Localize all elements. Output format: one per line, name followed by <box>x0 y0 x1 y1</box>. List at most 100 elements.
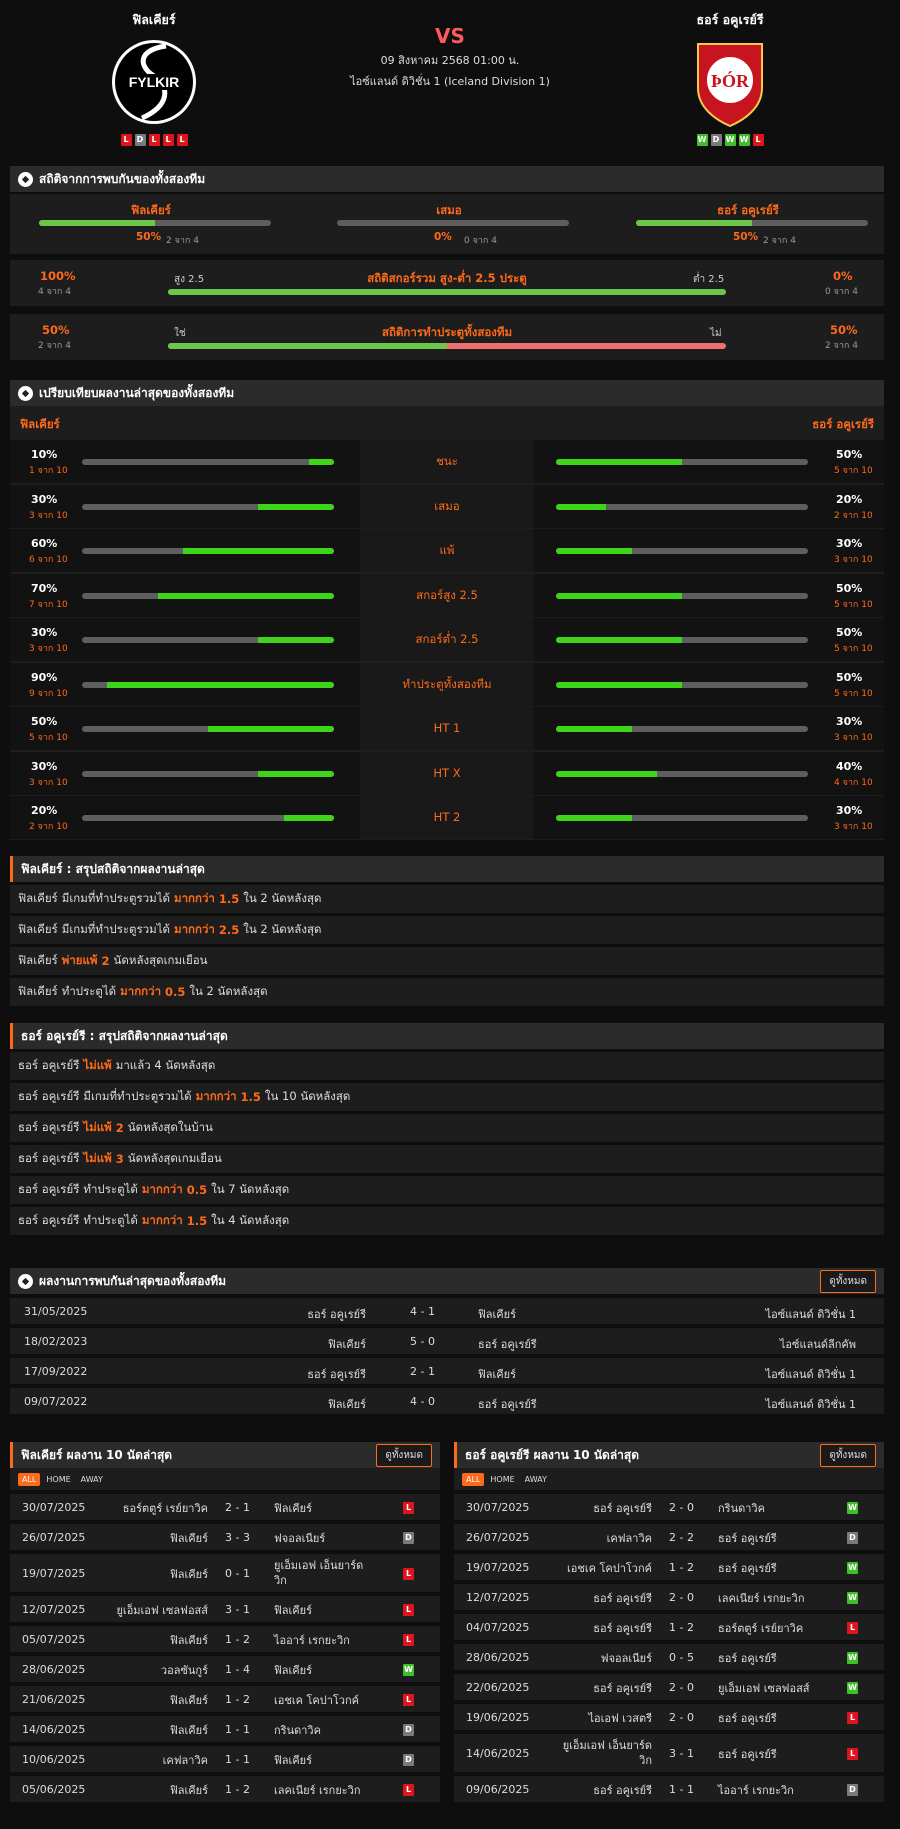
recent-match-row[interactable]: 14/06/2025 ฟิลเคียร์ 1 - 1 กรินดาวิค D <box>10 1714 440 1742</box>
match-away-team: ธอร์ อคูเรย์รี <box>718 1562 777 1575</box>
compare-home-cell: 10% 1 จาก 10 <box>10 440 360 483</box>
h2h-col-label: ธอร์ อคูเรย์รี <box>717 203 779 217</box>
match-away-team: ฟิลเคียร์ <box>478 1368 517 1381</box>
h2h-match-row[interactable]: 17/09/2022 ธอร์ อคูเรย์รี 2 - 1 ฟิลเคียร์ ไอ… <box>10 1356 884 1384</box>
compare-home-of: 1 จาก 10 <box>29 466 68 476</box>
recent-match-row[interactable]: 30/07/2025 ธอร์ อคูเรย์รี 2 - 0 กรินดาวิค W <box>454 1492 884 1520</box>
form-badge: W <box>696 134 708 146</box>
recent-match-row[interactable]: 04/07/2025 ธอร์ อคูเรย์รี 1 - 2 ธอร์ตตูร์ เ… <box>454 1612 884 1640</box>
recent-match-row[interactable]: 28/06/2025 วอลซันกูร์ 1 - 4 ฟิลเคียร์ W <box>10 1654 440 1682</box>
recent-match-row[interactable]: 19/07/2025 ฟิลเคียร์ 0 - 1 ยูเอ็มเอฟ เอ็นยา… <box>10 1552 440 1592</box>
filter-all-tab[interactable]: ALL <box>462 1472 485 1486</box>
recent-match-row[interactable]: 19/06/2025 ไอเอฟ เวสตรี 2 - 0 ธอร์ อคูเรย์ร… <box>454 1702 884 1730</box>
summary-text: ใน 2 นัดหลังสุด <box>189 984 268 998</box>
compare-home-cell: 60% 6 จาก 10 <box>10 529 360 572</box>
match-home-team: ฟิลเคียร์ <box>327 1398 366 1411</box>
goals-right-pct: 0% <box>833 269 853 283</box>
compare-home-of: 9 จาก 10 <box>29 688 68 699</box>
recent-match-row[interactable]: 30/07/2025 ธอร์ตตูร์ เรย์ยาวิค 2 - 1 ฟิลเคี… <box>10 1492 440 1520</box>
summary-text: ทำประตูได้ <box>83 1213 138 1227</box>
match-league: ไอซ์แลนด์ ดิวิชั่น 1 <box>765 1368 856 1381</box>
btts-stats: 50% 2 จาก 4 ใช่ สถิติการทำประตูทั้งสองที… <box>10 314 884 360</box>
h2h-match-row[interactable]: 31/05/2025 ธอร์ อคูเรย์รี 4 - 1 ฟิลเคียร์ ไอ… <box>10 1296 884 1324</box>
match-away-team: ธอร์ อคูเรย์รี <box>478 1338 537 1351</box>
compare-home-bar <box>82 637 334 643</box>
recent-match-row[interactable]: 14/06/2025 ยูเอ็มเอฟ เอ็นยาร์ดวิก 3 - 1 ธอร… <box>454 1732 884 1772</box>
view-all-button[interactable]: ดูทั้งหมด <box>376 1443 432 1467</box>
match-home-team: ไอเอฟ เวสตรี <box>588 1712 653 1725</box>
recent-match-row[interactable]: 21/06/2025 ฟิลเคียร์ 1 - 2 เอชเค โคปาโวกค์ L <box>10 1684 440 1712</box>
compare-section: เปรียบเทียบผลงานล่าสุดของทั้งสองทีม ฟิลเ… <box>10 380 884 840</box>
summary-away-title: ธอร์ อคูเรย์รี : สรุปสถิติจากผลงานล่าสุด <box>10 1023 884 1049</box>
h2h-match-row[interactable]: 09/07/2022 ฟิลเคียร์ 4 - 0 ธอร์ อคูเรย์รี ไอ… <box>10 1386 884 1414</box>
compare-home-of: 2 จาก 10 <box>29 822 68 832</box>
match-date: 14/06/2025 <box>22 1723 86 1736</box>
compare-away-bar <box>556 681 808 688</box>
summary-text: มากกว่า <box>174 922 215 936</box>
summary-text: ฟิลเคียร์ <box>18 953 58 967</box>
compare-home-bar-fill <box>308 459 334 465</box>
svg-text:FYLKIR: FYLKIR <box>129 74 180 90</box>
view-all-button[interactable]: ดูทั้งหมด <box>820 1443 876 1467</box>
view-all-button[interactable]: ดูทั้งหมด <box>820 1269 876 1293</box>
summary-text: 1.5 <box>218 892 240 906</box>
match-date: 09 สิงหาคม 2568 01:00 น. <box>380 54 520 67</box>
away-team[interactable]: ธอร์ อคูเรย์รี ÞÓR WDWWL <box>620 10 840 146</box>
summary-text: 1.5 <box>186 1214 208 1228</box>
recent-match-row[interactable]: 05/06/2025 ฟิลเคียร์ 1 - 2 เลคเนียร์ เรกยะว… <box>10 1774 440 1802</box>
recent-match-row[interactable]: 09/06/2025 ธอร์ อคูเรย์รี 1 - 1 ไออาร์ เรกย… <box>454 1774 884 1802</box>
match-date: 30/07/2025 <box>466 1501 530 1514</box>
match-away-team: ธอร์ อคูเรย์รี <box>718 1748 777 1761</box>
compare-home-pct: 50% <box>31 715 58 728</box>
match-date: 28/06/2025 <box>22 1663 86 1676</box>
recent-match-row[interactable]: 26/07/2025 ฟิลเคียร์ 3 - 3 ฟจอลเนียร์ D <box>10 1522 440 1550</box>
summary-row: ฟิลเคียร์ มีเกมที่ทำประตูรวมได้ มากกว่า 2.5… <box>10 913 884 944</box>
compare-away-of: 4 จาก 10 <box>834 777 873 788</box>
summary-text: ฟิลเคียร์ <box>18 922 58 936</box>
match-home-team: ฟจอลเนียร์ <box>600 1652 652 1665</box>
filter-home-tab[interactable]: HOME <box>486 1473 518 1486</box>
match-score: 2 - 2 <box>669 1531 694 1544</box>
recent-match-row[interactable]: 26/07/2025 เคฟลาวิค 2 - 2 ธอร์ อคูเรย์รี D <box>454 1522 884 1550</box>
match-away-team: ธอร์ตตูร์ เรย์ยาวิค <box>718 1622 804 1635</box>
match-score: 1 - 2 <box>225 1783 250 1796</box>
match-date: 09/06/2025 <box>466 1783 530 1796</box>
match-home-team: ธอร์ อคูเรย์รี <box>307 1368 366 1381</box>
match-date: 22/06/2025 <box>466 1681 530 1694</box>
recent-match-row[interactable]: 10/06/2025 เคฟลาวิค 1 - 1 ฟิลเคียร์ D <box>10 1744 440 1772</box>
filter-all-tab[interactable]: ALL <box>18 1472 41 1486</box>
compare-title: เปรียบเทียบผลงานล่าสุดของทั้งสองทีม <box>39 385 235 400</box>
compare-away-pct: 50% <box>836 448 863 461</box>
form-badge: L <box>120 134 132 146</box>
last10-home-filters: ALL HOME AWAY <box>10 1468 440 1490</box>
home-team[interactable]: ฟิลเคียร์ FYLKIR LDLLL <box>44 10 264 146</box>
recent-match-row[interactable]: 05/07/2025 ฟิลเคียร์ 1 - 2 ไออาร์ เรกยะวิก L <box>10 1624 440 1652</box>
summary-text: มีเกมที่ทำประตูรวมได้ <box>61 891 170 905</box>
filter-away-tab[interactable]: AWAY <box>77 1473 107 1486</box>
result-badge: W <box>847 1652 858 1664</box>
filter-home-tab[interactable]: HOME <box>42 1473 74 1486</box>
summary-text: ธอร์ อคูเรย์รี <box>18 1213 80 1227</box>
match-away-team: ยูเอ็มเอฟ เอ็นยาร์ดวิก <box>274 1559 364 1587</box>
compare-away-cell: 50% 5 จาก 10 <box>534 440 884 483</box>
result-badge: L <box>403 1784 414 1796</box>
summary-away-rows: ธอร์ อคูเรย์รี ไม่แพ้ มาแล้ว 4 นัดหลังสุดธ… <box>10 1049 884 1235</box>
compare-home-of: 6 จาก 10 <box>29 555 68 565</box>
recent-match-row[interactable]: 12/07/2025 ยูเอ็มเอฟ เซลฟอสส์ 3 - 1 ฟิลเคีย… <box>10 1594 440 1622</box>
recent-match-row[interactable]: 28/06/2025 ฟจอลเนียร์ 0 - 5 ธอร์ อคูเรย์รี W <box>454 1642 884 1670</box>
summary-text: มากกว่า <box>174 891 215 905</box>
match-date: 28/06/2025 <box>466 1651 530 1664</box>
compare-away-pct: 50% <box>836 626 863 639</box>
summary-text: ธอร์ อคูเรย์รี <box>18 1058 80 1072</box>
h2h-match-row[interactable]: 18/02/2023 ฟิลเคียร์ 5 - 0 ธอร์ อคูเรย์รี ไอ… <box>10 1326 884 1354</box>
compare-away-pct: 30% <box>836 537 863 550</box>
recent-match-row[interactable]: 22/06/2025 ธอร์ อคูเรย์รี 2 - 0 ยูเอ็มเอฟ เ… <box>454 1672 884 1700</box>
compare-away-bar-fill <box>556 548 632 554</box>
result-badge: D <box>847 1532 858 1544</box>
recent-match-row[interactable]: 12/07/2025 ธอร์ อคูเรย์รี 2 - 0 เลคเนียร์ เ… <box>454 1582 884 1610</box>
compare-row: 20% 2 จาก 10 HT 2 30% 3 จาก 10 <box>10 796 884 840</box>
h2h-col-pct: 50% <box>733 231 759 243</box>
filter-away-tab[interactable]: AWAY <box>521 1473 551 1486</box>
last10-home-title: ฟิลเคียร์ ผลงาน 10 นัดล่าสุด <box>21 1447 173 1462</box>
recent-match-row[interactable]: 19/07/2025 เอชเค โคปาโวกค์ 1 - 2 ธอร์ อคูเร… <box>454 1552 884 1580</box>
